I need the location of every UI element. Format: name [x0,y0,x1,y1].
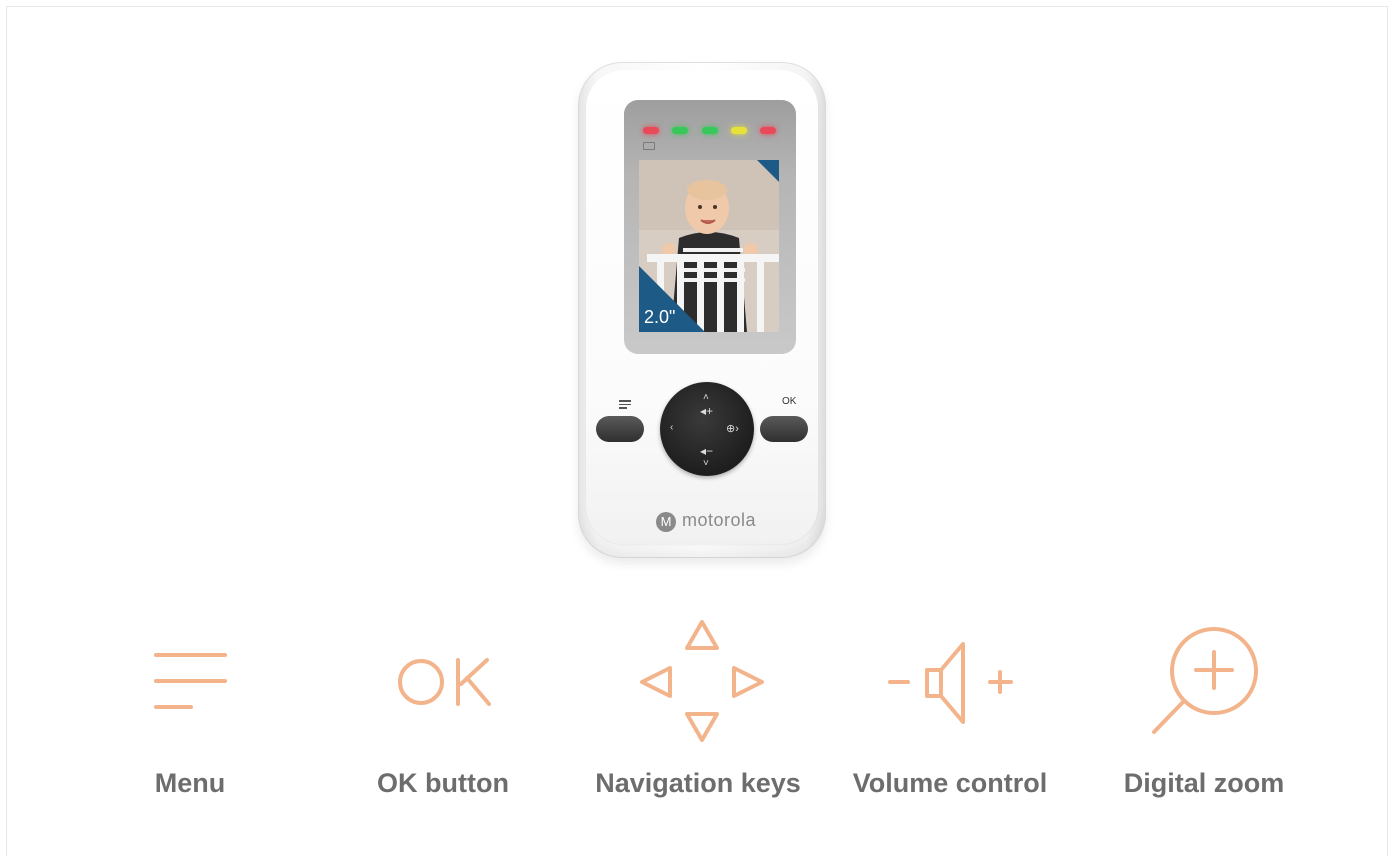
menu-icon [154,653,227,709]
led-indicator [702,127,718,134]
feature-ok-button: OK button [313,612,573,812]
led-indicator [731,127,747,134]
feature-menu: Menu [60,612,320,812]
up-arrow-icon: ˄ [703,392,709,403]
led-indicator [643,127,659,134]
monitor-screen: 2.0" [639,160,779,332]
feature-digital-zoom: Digital zoom [1074,612,1334,812]
navigation-arrows-icon [640,620,764,742]
volume-icon [888,642,1013,724]
led-indicator [672,127,688,134]
ok-icon [398,658,491,706]
feature-label: Volume control [852,768,1048,798]
navigation-dpad[interactable]: ˄ ◂+ ‹ ⊕› ◂− ˅ [660,382,754,476]
screen-size-label: 2.0" [644,307,676,327]
menu-glyph-icon [619,400,631,411]
ok-button[interactable] [760,416,808,442]
screen-bezel: 2.0" [624,100,796,354]
down-arrow-icon: ˅ [703,458,709,469]
baby-monitor-device: 2.0" OK ˄ ◂+ ‹ ⊕› ◂− ˅ M motorola [578,62,826,558]
feature-label: Menu [154,768,226,798]
ok-button-label: OK [782,396,797,407]
led-indicator [760,127,776,134]
screen-corner-accent [757,160,779,182]
brand-name: motorola [682,510,757,530]
zoom-icon: ⊕› [726,423,739,435]
feature-label: Digital zoom [1123,768,1285,798]
menu-button[interactable] [596,416,644,442]
feature-navigation-keys: Navigation keys [568,612,828,812]
feature-volume-control: Volume control [820,612,1080,812]
zoom-in-icon [1152,627,1258,734]
volume-up-icon: ◂+ [700,404,714,418]
motorola-logo-icon: M [656,512,676,532]
volume-down-icon: ◂− [700,444,714,458]
battery-icon [643,142,655,150]
left-arrow-icon: ‹ [670,422,674,433]
feature-label: OK button [377,768,509,798]
device-face: 2.0" OK ˄ ◂+ ‹ ⊕› ◂− ˅ M motorola [586,70,818,544]
feature-label: Navigation keys [595,768,801,798]
